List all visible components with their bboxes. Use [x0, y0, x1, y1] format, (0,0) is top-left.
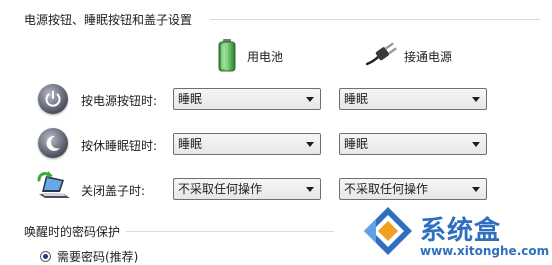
watermark-brand: 系统盒	[420, 216, 502, 246]
power-button-plugged-select[interactable]: 睡眠	[339, 88, 487, 110]
power-button-icon	[38, 84, 68, 114]
chevron-down-icon	[472, 97, 480, 102]
sleep-button-label: 按休睡眠钮时:	[81, 139, 158, 153]
power-button-battery-select[interactable]: 睡眠	[173, 88, 321, 110]
section-divider	[126, 231, 334, 232]
power-settings-section-title: 电源按钮、睡眠按钮和盖子设置	[24, 13, 193, 27]
select-value: 不采取任何操作	[178, 182, 263, 196]
plugged-in-column-label: 接通电源	[404, 50, 453, 64]
close-lid-plugged-select[interactable]: 不采取任何操作	[339, 178, 487, 200]
password-section-title: 唤醒时的密码保护	[24, 225, 121, 239]
battery-column-label: 用电池	[247, 50, 284, 64]
chevron-down-icon	[306, 97, 314, 102]
select-value: 睡眠	[344, 137, 369, 151]
sleep-button-plugged-select[interactable]: 睡眠	[339, 133, 487, 155]
select-value: 睡眠	[178, 92, 203, 106]
power-plug-icon	[365, 42, 398, 68]
battery-icon	[214, 38, 240, 72]
chevron-down-icon	[472, 142, 480, 147]
chevron-down-icon	[306, 187, 314, 192]
select-value: 睡眠	[178, 137, 203, 151]
close-lid-battery-select[interactable]: 不采取任何操作	[173, 178, 321, 200]
require-password-radio[interactable]	[40, 251, 51, 262]
require-password-label: 需要密码(推荐)	[57, 250, 139, 264]
laptop-lid-icon	[36, 170, 72, 200]
chevron-down-icon	[472, 187, 480, 192]
chevron-down-icon	[306, 142, 314, 147]
radio-selected-dot	[43, 254, 48, 259]
watermark-url: www.xitonghe.com	[420, 244, 550, 258]
sleep-button-battery-select[interactable]: 睡眠	[173, 133, 321, 155]
power-button-label: 按电源按钮时:	[81, 94, 158, 108]
select-value: 睡眠	[344, 92, 369, 106]
select-value: 不采取任何操作	[344, 182, 429, 196]
xitonghe-logo-icon	[362, 205, 414, 257]
sleep-button-icon	[38, 128, 68, 158]
close-lid-label: 关闭盖子时:	[81, 184, 146, 198]
section-divider	[210, 19, 540, 20]
